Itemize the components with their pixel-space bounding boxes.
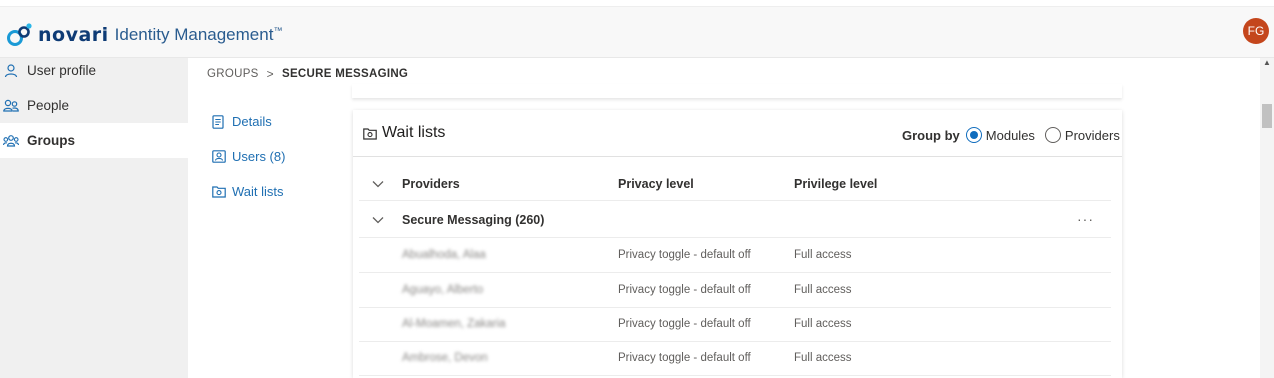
subnav-wait-lists[interactable]: Wait lists [212,184,284,199]
scrollbar-thumb[interactable] [1262,104,1272,128]
subnav-users[interactable]: Users (8) [212,149,285,164]
sidebar: User profile People Groups [0,58,188,378]
people-icon [3,99,19,113]
folder-camera-icon [363,127,377,140]
privacy-level-cell: Privacy toggle - default off [618,318,751,330]
sidebar-item-people[interactable]: People [0,88,188,123]
chevron-down-icon[interactable] [371,213,385,227]
table-row[interactable]: Abualhoda, Alaa Privacy toggle - default… [359,239,1111,273]
subnav-details[interactable]: Details [212,114,272,129]
breadcrumb-groups-link[interactable]: GROUPS [207,68,259,80]
privacy-level-cell: Privacy toggle - default off [618,249,751,261]
group-row[interactable]: Secure Messaging (260) ··· [359,202,1111,238]
contact-card-icon [212,150,226,163]
novari-logo-icon [7,23,32,46]
brand-name: novari [38,24,109,46]
card-divider [353,156,1122,157]
folder-camera-icon [212,185,226,198]
privacy-level-cell: Privacy toggle - default off [618,284,751,296]
provider-name: Al-Moamen, Zakaria [402,318,506,330]
app-header: novari Identity Management™ FG [0,6,1274,58]
providers-radio[interactable] [1044,127,1061,143]
column-header-privacy-level[interactable]: Privacy level [618,177,694,191]
group-by-modules-option[interactable]: Modules [965,127,1035,143]
table-header-row: Providers Privacy level Privilege level [359,167,1111,201]
sidebar-item-label: User profile [27,63,97,78]
collapsed-panel-edge [352,84,1122,98]
card-title: Wait lists [363,124,445,142]
group-by-providers-option[interactable]: Providers [1044,127,1120,143]
table-row[interactable]: Al-Moamen, Zakaria Privacy toggle - defa… [359,308,1111,342]
sidebar-item-groups[interactable]: Groups [0,123,188,158]
sidebar-item-label: Groups [27,133,76,148]
chevron-down-icon[interactable] [371,177,385,191]
subnav-label: Users (8) [232,149,286,164]
document-icon [212,114,226,129]
breadcrumb: GROUPS > SECURE MESSAGING [207,67,408,81]
wait-lists-title: Wait lists [382,124,446,141]
column-header-privilege-level[interactable]: Privilege level [794,177,877,191]
table-row[interactable]: Ambrose, Devon Privacy toggle - default … [359,342,1111,376]
privilege-level-cell: Full access [794,318,852,330]
group-by-control: Group by Modules Providers [902,127,1120,143]
product-name: Identity Management™ [115,25,283,45]
provider-name: Aguayo, Alberto [402,284,484,296]
trademark-mark: ™ [273,25,283,36]
scroll-up-arrow-icon[interactable]: ▲ [1263,58,1271,67]
product-title: Identity Management [114,25,274,44]
modules-radio[interactable] [965,127,982,143]
breadcrumb-current: SECURE MESSAGING [281,68,409,80]
groups-icon [3,134,19,148]
privilege-level-cell: Full access [794,249,852,261]
group-by-label: Group by [902,127,960,143]
sidebar-item-user-profile[interactable]: User profile [0,53,188,88]
more-options-icon[interactable]: ··· [1077,211,1094,227]
breadcrumb-separator: > [266,67,274,81]
privacy-level-cell: Privacy toggle - default off [618,352,751,364]
wait-lists-card: Wait lists Group by Modules Providers Pr… [353,110,1122,378]
radio-label: Modules [985,127,1035,143]
subnav-label: Details [232,114,272,129]
provider-name: Abualhoda, Alaa [402,249,486,261]
table-row[interactable]: Aguayo, Alberto Privacy toggle - default… [359,274,1111,308]
column-header-providers[interactable]: Providers [402,177,460,191]
group-name: Secure Messaging (260) [402,213,545,227]
provider-name: Ambrose, Devon [402,352,488,364]
subnav-label: Wait lists [232,184,284,199]
radio-label: Providers [1064,127,1120,143]
page-scrollbar[interactable]: ▲ [1260,58,1274,378]
person-icon [3,63,19,78]
privilege-level-cell: Full access [794,352,852,364]
user-avatar[interactable]: FG [1243,18,1269,44]
privilege-level-cell: Full access [794,284,852,296]
app-logo[interactable]: novari Identity Management™ [6,22,282,48]
sidebar-item-label: People [27,98,70,113]
